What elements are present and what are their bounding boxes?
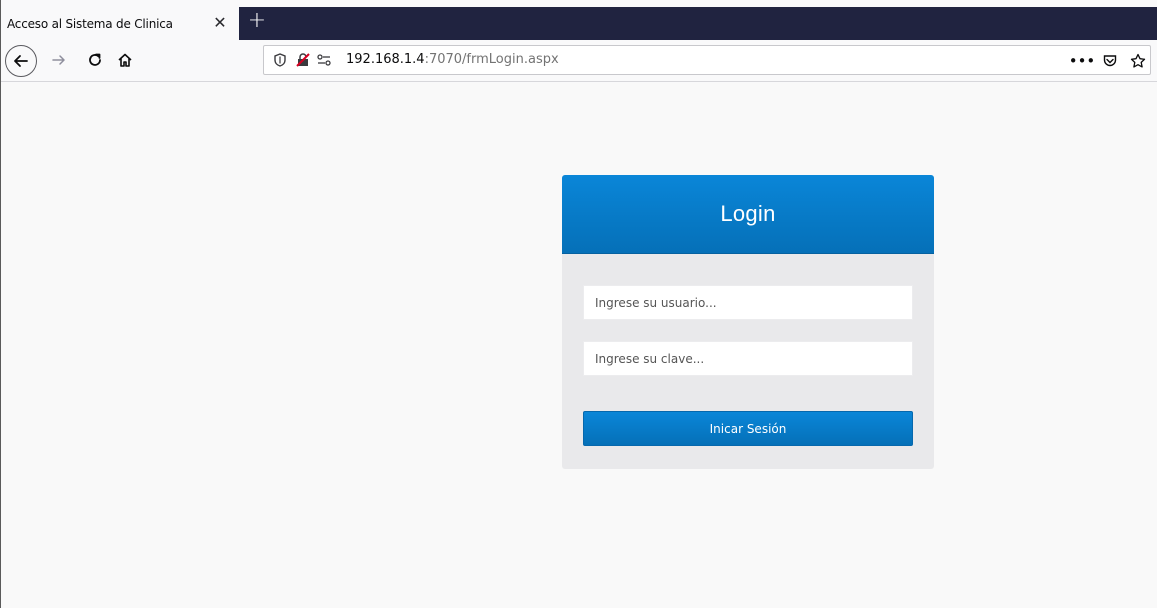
close-icon[interactable]: ✕ (211, 14, 229, 32)
home-icon[interactable] (111, 46, 139, 74)
insecure-connection-icon[interactable] (295, 52, 311, 68)
tab-title: Acceso al Sistema de Clinica (7, 16, 173, 31)
url-path: :7070/frmLogin.aspx (424, 52, 559, 67)
login-button[interactable]: Inicar Sesión (583, 411, 913, 446)
url-host: 192.168.1.4 (346, 52, 425, 67)
page-content: Login Inicar Sesión (1, 83, 1157, 608)
reload-icon[interactable] (81, 46, 109, 74)
back-icon[interactable] (5, 45, 37, 77)
new-tab-icon[interactable]: + (246, 10, 268, 33)
shield-icon[interactable] (272, 52, 288, 68)
bookmark-star-icon[interactable] (1128, 51, 1148, 71)
url-actions: ••• (1069, 50, 1148, 72)
tab-active[interactable]: Acceso al Sistema de Clinica ✕ (1, 7, 239, 40)
username-input[interactable] (583, 285, 913, 320)
login-card: Login Inicar Sesión (562, 175, 934, 469)
login-header: Login (562, 175, 934, 254)
login-title: Login (720, 201, 776, 226)
forward-icon[interactable] (45, 46, 73, 74)
pocket-icon[interactable] (1100, 51, 1120, 71)
password-input[interactable] (583, 341, 913, 376)
permissions-icon[interactable] (316, 52, 332, 68)
url-text[interactable]: 192.168.1.4:7070/frmLogin.aspx (346, 52, 559, 67)
browser-window: Acceso al Sistema de Clinica ✕ + 192.168… (0, 0, 1157, 608)
navigation-bar: 192.168.1.4:7070/frmLogin.aspx ••• (1, 40, 1157, 82)
more-actions-icon[interactable]: ••• (1069, 51, 1096, 71)
tab-strip: Acceso al Sistema de Clinica ✕ + (1, 7, 1157, 40)
url-bar[interactable]: 192.168.1.4:7070/frmLogin.aspx ••• (263, 45, 1151, 75)
